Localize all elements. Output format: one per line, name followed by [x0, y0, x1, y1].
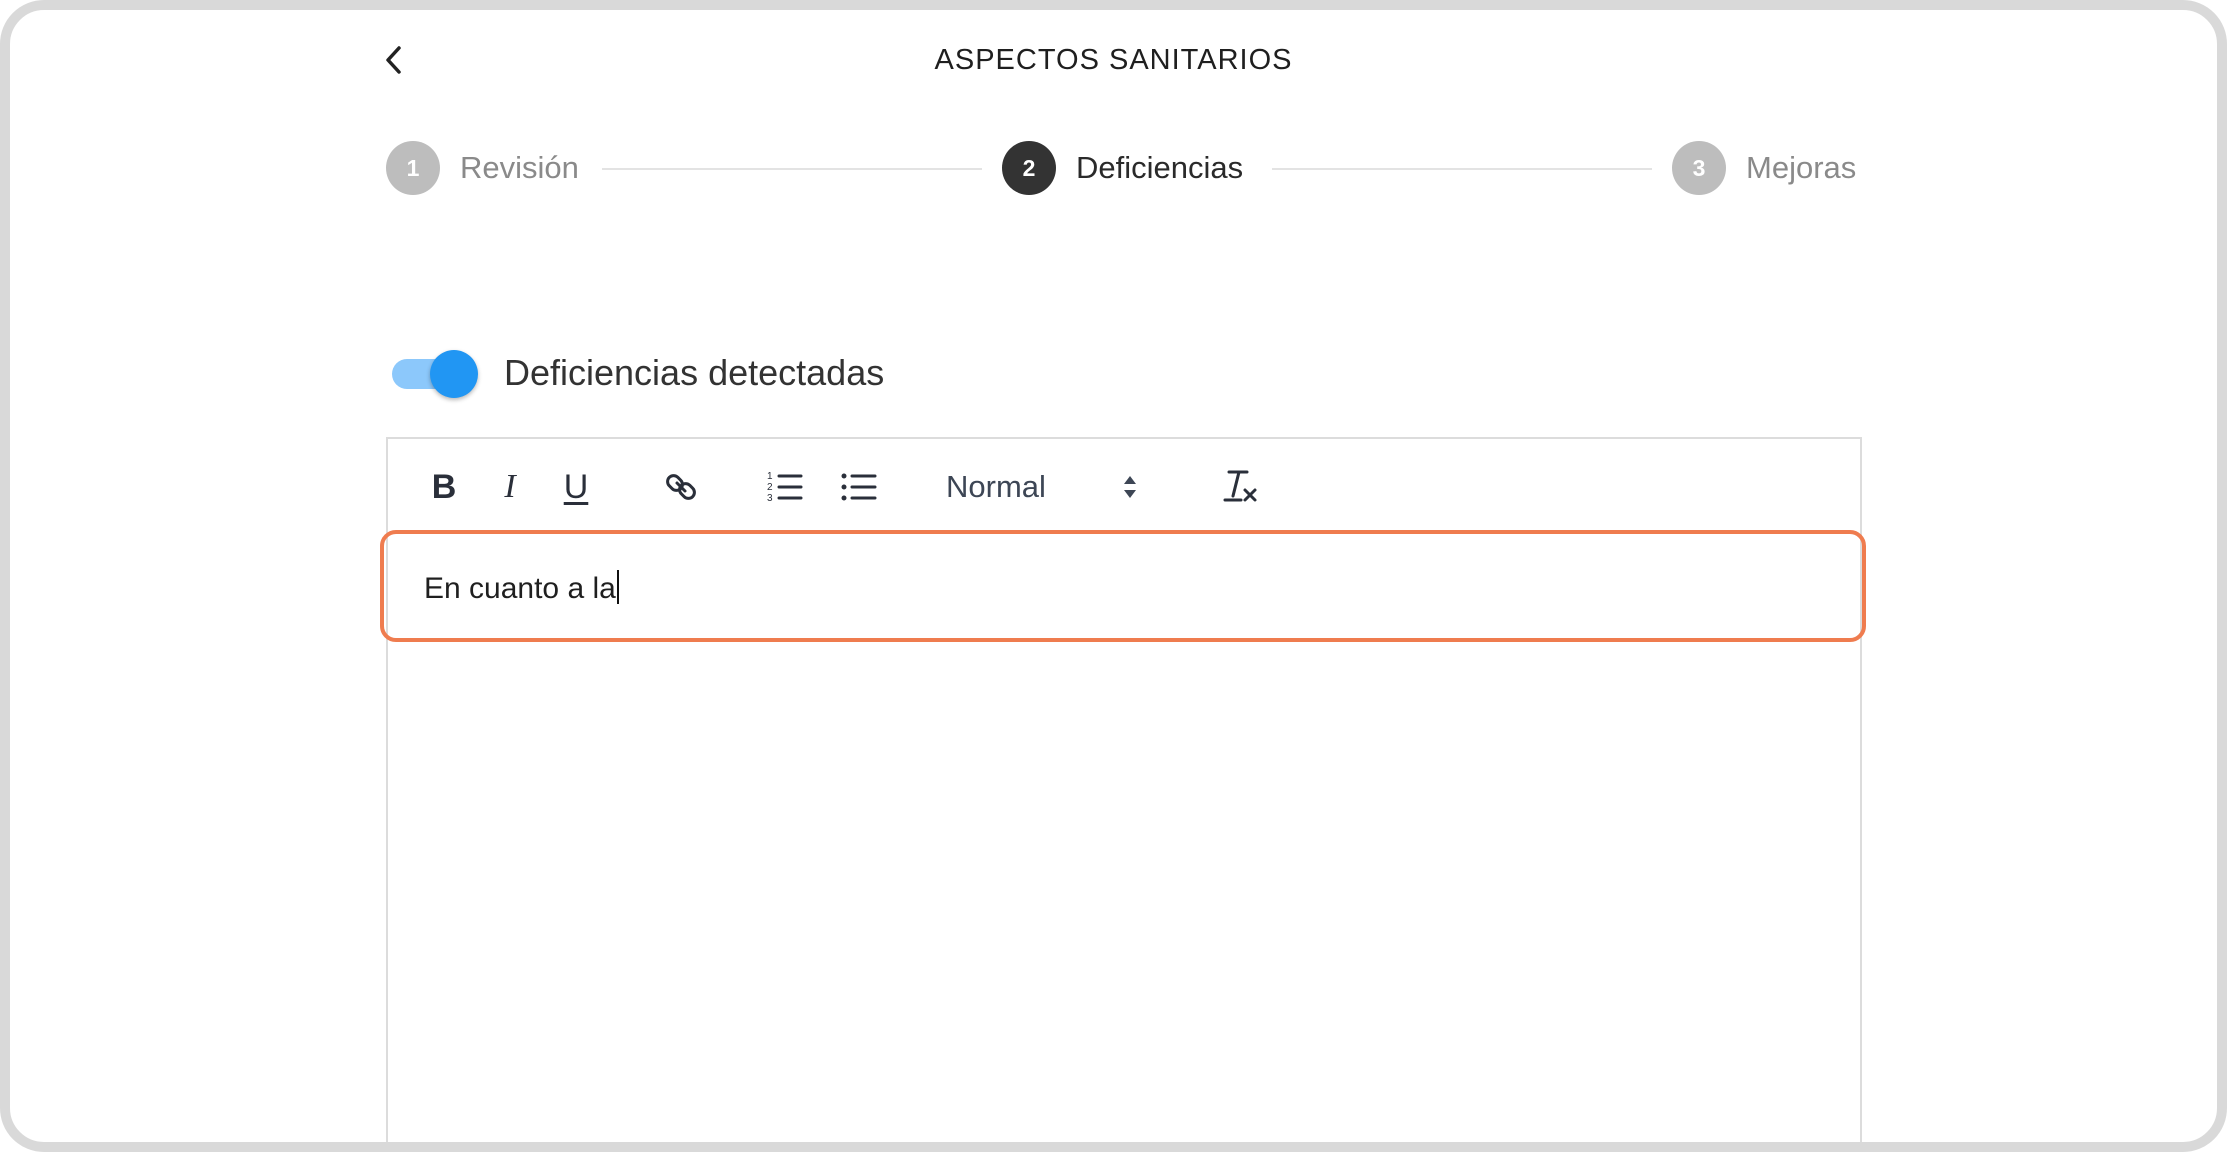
sort-arrows-icon — [1124, 476, 1136, 498]
deficiencies-toggle-row: Deficiencias detectadas — [390, 346, 884, 400]
link-icon — [666, 474, 696, 500]
deficiencies-toggle[interactable] — [390, 346, 478, 400]
clear-format-icon — [1223, 470, 1257, 502]
bullet-list-icon — [841, 473, 877, 501]
step-connector — [602, 168, 982, 170]
svg-text:3: 3 — [767, 493, 773, 504]
ordered-list-icon: 1 2 3 — [767, 471, 803, 504]
bold-button[interactable]: B — [422, 463, 466, 511]
svg-text:2: 2 — [767, 482, 773, 493]
underline-button[interactable]: U — [554, 463, 598, 511]
toggle-thumb — [430, 350, 478, 398]
step-number: 3 — [1672, 141, 1726, 195]
step-mejoras[interactable]: 3 Mejoras — [1672, 138, 1856, 198]
editor-toolbar: B I U 1 2 3 Normal — [388, 439, 1860, 535]
step-number: 1 — [386, 141, 440, 195]
bullet-list-button[interactable] — [834, 463, 884, 511]
text-caret — [616, 570, 619, 604]
step-revision[interactable]: 1 Revisión — [386, 138, 579, 198]
svg-text:1: 1 — [767, 471, 773, 482]
page-title: ASPECTOS SANITARIOS — [934, 44, 1293, 76]
stepper: 1 Revisión 2 Deficiencias 3 Mejoras — [386, 138, 1862, 198]
step-label: Mejoras — [1746, 150, 1857, 185]
toggle-label: Deficiencias detectadas — [504, 352, 885, 393]
step-number: 2 — [1002, 141, 1056, 195]
italic-button[interactable]: I — [488, 463, 532, 511]
step-label: Deficiencias — [1076, 150, 1244, 185]
ordered-list-button[interactable]: 1 2 3 — [760, 463, 810, 511]
link-button[interactable] — [656, 463, 706, 511]
rich-text-editor: B I U 1 2 3 Normal En cuanto a la — [386, 437, 1862, 1142]
clear-format-button[interactable] — [1214, 463, 1264, 511]
bold-icon: B — [431, 468, 457, 506]
italic-icon: I — [504, 468, 516, 505]
step-deficiencias[interactable]: 2 Deficiencias — [1002, 138, 1243, 198]
app-window: ASPECTOS SANITARIOS 1 Revisión 2 Deficie… — [0, 0, 2227, 1152]
editor-content[interactable]: En cuanto a la — [424, 569, 619, 609]
header-picker-value: Normal — [946, 469, 1046, 504]
step-connector — [1272, 168, 1652, 170]
header-picker[interactable]: Normal — [944, 463, 1144, 511]
editor-text: En cuanto a la — [424, 572, 616, 605]
step-label: Revisión — [460, 150, 579, 185]
underline-icon: U — [563, 468, 589, 506]
